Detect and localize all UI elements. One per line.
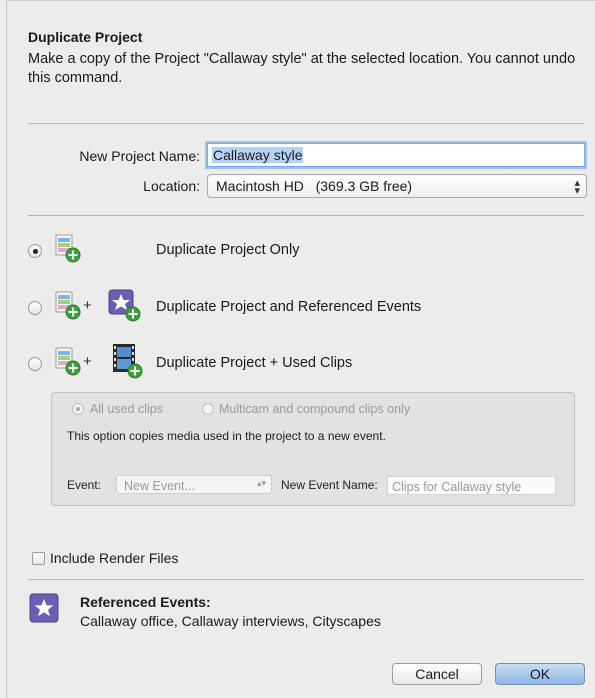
project-icon (55, 291, 81, 320)
referenced-events-list: Callaway office, Callaway interviews, Ci… (80, 613, 381, 629)
event-select[interactable]: New Event... ▴▾ (116, 475, 272, 494)
include-render-files-label: Include Render Files (50, 550, 179, 566)
project-icon (55, 234, 81, 263)
event-name-placeholder: Clips for Callaway style (392, 480, 522, 494)
cancel-button[interactable]: Cancel (392, 663, 482, 685)
event-label: Event: (67, 478, 102, 492)
project-name-label: New Project Name: (79, 148, 200, 164)
option-duplicate-only-label: Duplicate Project Only (156, 242, 300, 258)
divider (28, 123, 584, 124)
clips-info-text: This option copies media used in the pro… (67, 429, 386, 443)
option-duplicate-used-clips-radio[interactable] (28, 357, 42, 371)
ok-button[interactable]: OK (495, 663, 585, 685)
select-arrows-icon: ▴▾ (256, 478, 266, 488)
event-name-label: New Event Name: (281, 478, 378, 492)
divider (28, 215, 584, 216)
location-value: Macintosh HD (369.3 GB free) (216, 178, 413, 194)
option-duplicate-used-clips-label: Duplicate Project + Used Clips (156, 355, 353, 371)
referenced-events-title: Referenced Events: (80, 594, 211, 610)
project-name-value: Callaway style (212, 147, 304, 163)
option-duplicate-with-events-radio[interactable] (28, 301, 42, 315)
include-render-files-checkbox[interactable] (32, 552, 45, 565)
event-name-input[interactable]: Clips for Callaway style (387, 476, 556, 495)
divider (28, 579, 584, 580)
project-icon (55, 347, 81, 376)
multicam-clips-radio[interactable] (202, 403, 214, 415)
duplicate-project-dialog: Duplicate Project Make a copy of the Pro… (6, 0, 595, 698)
multicam-clips-label: Multicam and compound clips only (219, 402, 411, 416)
option-duplicate-with-events-label: Duplicate Project and Referenced Events (156, 299, 422, 315)
dialog-title: Duplicate Project (28, 29, 143, 45)
all-used-clips-radio[interactable] (72, 403, 84, 415)
select-arrows-icon: ▴▾ (574, 177, 580, 197)
event-star-icon (29, 593, 59, 623)
event-select-value: New Event... (124, 479, 195, 493)
clips-filmstrip-icon (113, 344, 143, 379)
all-used-clips-label: All used clips (90, 402, 163, 416)
location-label: Location: (143, 178, 200, 194)
project-name-input[interactable]: Callaway style (207, 143, 585, 167)
plus-sign: + (83, 353, 92, 370)
dialog-description: Make a copy of the Project "Callaway sty… (28, 51, 576, 86)
event-star-icon (108, 289, 141, 322)
option-duplicate-only-radio[interactable] (28, 244, 42, 258)
location-select[interactable]: Macintosh HD (369.3 GB free) ▴ ▾ (207, 174, 587, 198)
plus-sign: + (83, 297, 92, 314)
